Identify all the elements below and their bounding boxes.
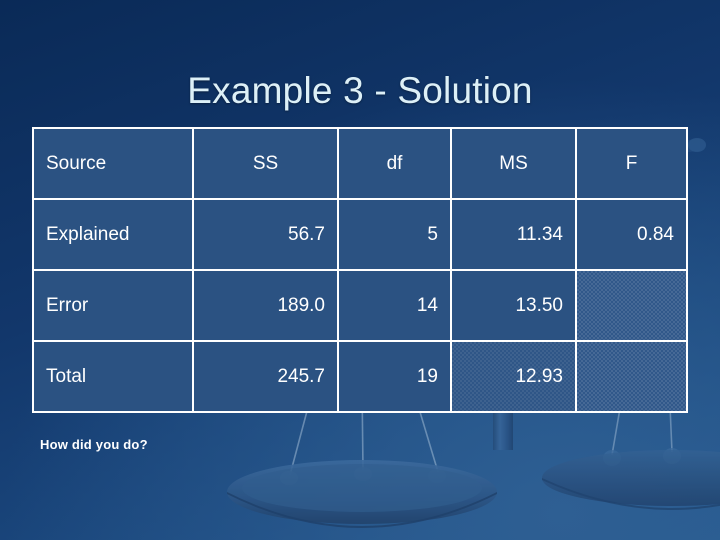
table-header-row: Source SS df MS F	[32, 127, 688, 200]
column-header-source: Source	[32, 127, 194, 200]
column-header-ss: SS	[192, 127, 339, 200]
cell-ss: 56.7	[192, 198, 339, 271]
cell-ms: 12.93	[450, 340, 577, 413]
cell-df: 5	[337, 198, 452, 271]
cell-f: 0.84	[575, 198, 688, 271]
cell-f	[575, 269, 688, 342]
cell-source: Explained	[32, 198, 194, 271]
table-row: Error 189.0 14 13.50	[32, 269, 688, 342]
cell-source: Error	[32, 269, 194, 342]
cell-ms: 11.34	[450, 198, 577, 271]
column-header-ms: MS	[450, 127, 577, 200]
cell-ms: 13.50	[450, 269, 577, 342]
anova-table: Source SS df MS F Explained 56.7 5 11.34…	[32, 127, 688, 413]
cell-df: 19	[337, 340, 452, 413]
footnote-text: How did you do?	[40, 437, 148, 452]
column-header-f: F	[575, 127, 688, 200]
cell-df: 14	[337, 269, 452, 342]
cell-source: Total	[32, 340, 194, 413]
cell-ss: 189.0	[192, 269, 339, 342]
cell-ss: 245.7	[192, 340, 339, 413]
slide: Example 3 - Solution Source SS df MS F E…	[0, 0, 720, 540]
column-header-df: df	[337, 127, 452, 200]
table-row: Total 245.7 19 12.93	[32, 340, 688, 413]
cell-f	[575, 340, 688, 413]
table-row: Explained 56.7 5 11.34 0.84	[32, 198, 688, 271]
page-title: Example 3 - Solution	[187, 69, 533, 111]
